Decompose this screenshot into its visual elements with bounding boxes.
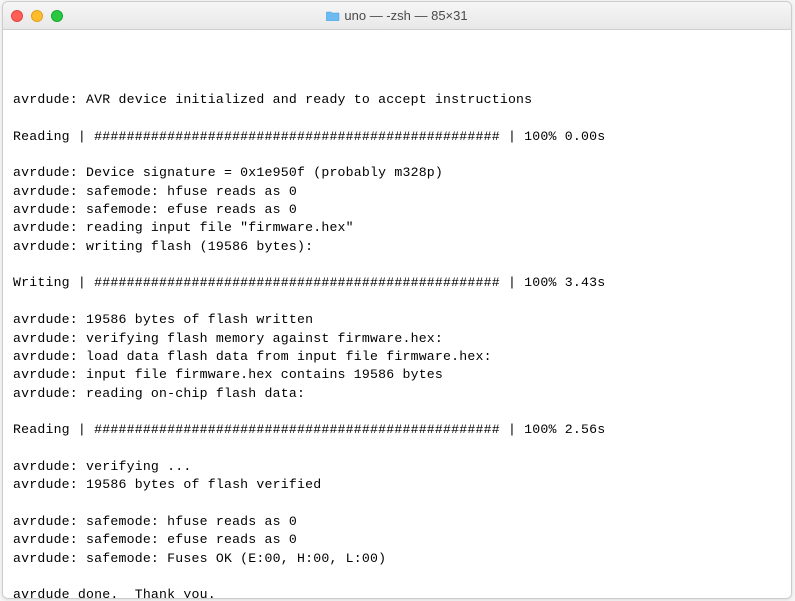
terminal-line: avrdude: load data flash data from input… — [13, 348, 781, 366]
terminal-line: avrdude: safemode: efuse reads as 0 — [13, 531, 781, 549]
minimize-icon[interactable] — [31, 10, 43, 22]
terminal-line: avrdude: reading input file "firmware.he… — [13, 219, 781, 237]
window-title-text: uno — -zsh — 85×31 — [344, 8, 467, 23]
terminal-line — [13, 146, 781, 164]
terminal-line — [13, 293, 781, 311]
terminal-line: avrdude: safemode: Fuses OK (E:00, H:00,… — [13, 550, 781, 568]
folder-icon — [326, 10, 340, 21]
terminal-line: avrdude: safemode: hfuse reads as 0 — [13, 183, 781, 201]
terminal-line: avrdude: verifying ... — [13, 458, 781, 476]
terminal-line — [13, 495, 781, 513]
terminal-line: avrdude: verifying flash memory against … — [13, 330, 781, 348]
terminal-line: Reading | ##############################… — [13, 421, 781, 439]
terminal-line — [13, 568, 781, 586]
terminal-line — [13, 256, 781, 274]
terminal-line — [13, 403, 781, 421]
terminal-line — [13, 73, 781, 91]
terminal-line: Reading | ##############################… — [13, 128, 781, 146]
terminal-line — [13, 440, 781, 458]
terminal-line — [13, 109, 781, 127]
terminal-line: avrdude done. Thank you. — [13, 586, 781, 598]
terminal-line: avrdude: input file firmware.hex contain… — [13, 366, 781, 384]
window-controls — [11, 10, 63, 22]
terminal-line: avrdude: 19586 bytes of flash written — [13, 311, 781, 329]
terminal-line: avrdude: writing flash (19586 bytes): — [13, 238, 781, 256]
terminal-line: avrdude: safemode: efuse reads as 0 — [13, 201, 781, 219]
terminal-line: avrdude: safemode: hfuse reads as 0 — [13, 513, 781, 531]
terminal-line: Writing | ##############################… — [13, 274, 781, 292]
terminal-line: avrdude: 19586 bytes of flash verified — [13, 476, 781, 494]
titlebar[interactable]: uno — -zsh — 85×31 — [3, 2, 791, 30]
terminal-line: avrdude: reading on-chip flash data: — [13, 385, 781, 403]
terminal-line: avrdude: Device signature = 0x1e950f (pr… — [13, 164, 781, 182]
terminal-window: uno — -zsh — 85×31 avrdude: AVR device i… — [2, 1, 792, 599]
close-icon[interactable] — [11, 10, 23, 22]
terminal-line: avrdude: AVR device initialized and read… — [13, 91, 781, 109]
maximize-icon[interactable] — [51, 10, 63, 22]
window-title: uno — -zsh — 85×31 — [3, 8, 791, 23]
terminal-output[interactable]: avrdude: AVR device initialized and read… — [3, 30, 791, 598]
